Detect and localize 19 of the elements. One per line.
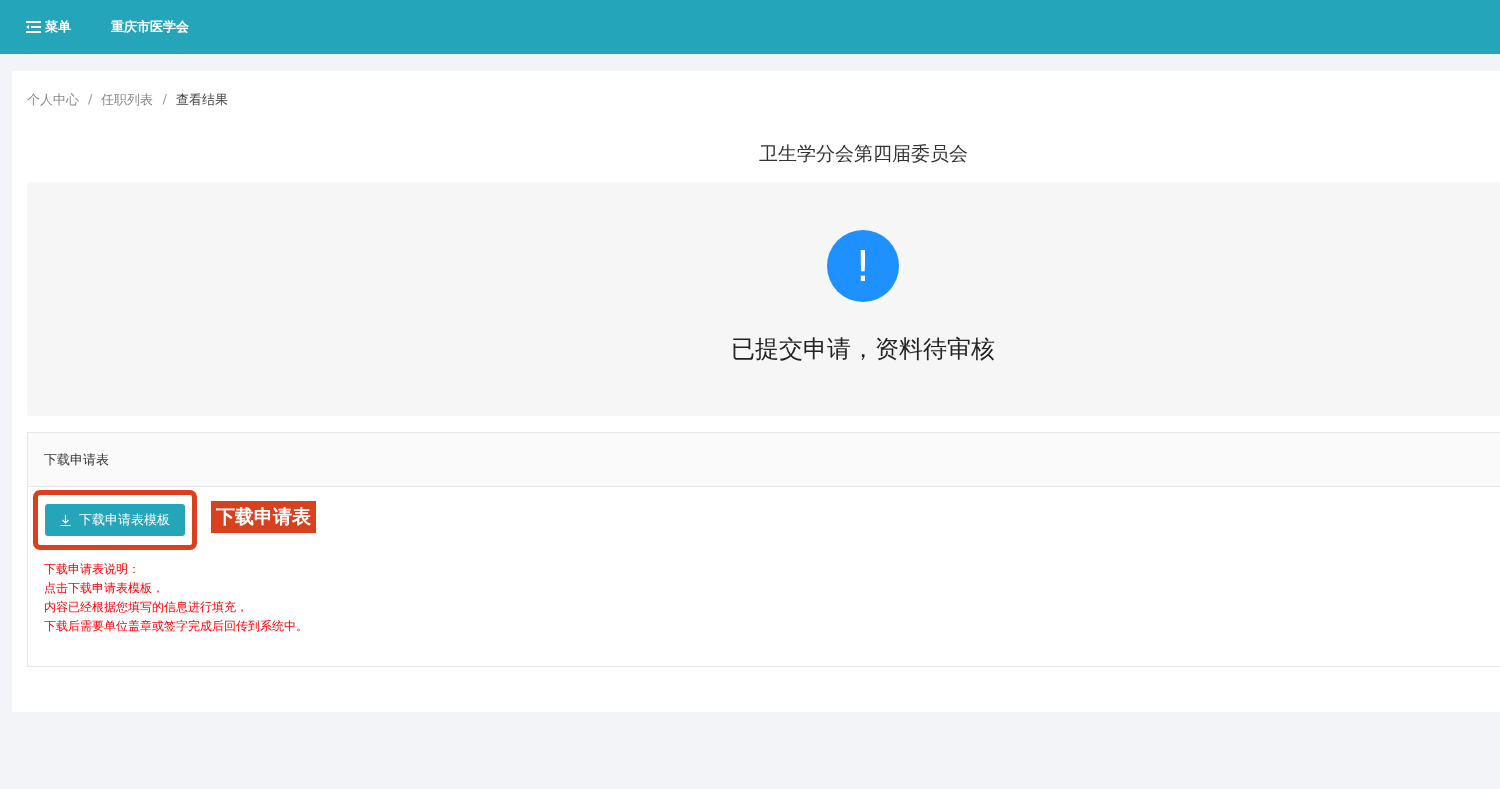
site-title: 重庆市医学会 [111,18,189,36]
download-icon [60,514,71,526]
instruction-line: 内容已经根据您填写的信息进行填充， [44,599,249,616]
breadcrumb-link[interactable]: 个人中心 [27,91,79,109]
instruction-line: 下载后需要单位盖章或签字完成后回传到系统中。 [44,618,309,635]
download-button[interactable]: 下载申请表模板 [45,504,185,536]
annotation-label: 下载申请表 [211,501,316,533]
breadcrumb-link[interactable]: 任职列表 [101,91,154,109]
instruction-line: 点击下载申请表模板， [44,580,165,597]
result-message: 已提交申请，资料待审核 [731,334,995,365]
exclamation-icon: ! [827,230,899,302]
breadcrumb-separator: / [162,91,167,108]
page-title: 卫生学分会第四届委员会 [757,141,969,166]
instruction-line: 下载申请表说明： [44,561,141,578]
menu-icon [26,21,41,33]
menu-button[interactable]: 菜单 [26,18,71,36]
breadcrumb-link[interactable]: 查看结果 [175,91,228,109]
breadcrumb-separator: / [88,91,93,108]
download-card-title: 下载申请表 [28,433,1500,487]
